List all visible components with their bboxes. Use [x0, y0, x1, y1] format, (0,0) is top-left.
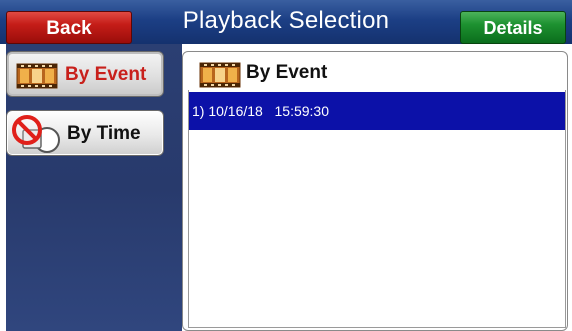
back-button[interactable]: Back: [6, 11, 132, 44]
content-heading: By Event: [246, 62, 328, 83]
no-clock-icon: [11, 114, 67, 159]
sidebar-item-label: By Event: [65, 64, 147, 85]
film-reel-icon: [15, 60, 59, 95]
film-reel-icon: [198, 59, 242, 94]
playback-selection-screen: Back Playback Selection Details By Event…: [0, 0, 572, 331]
event-list[interactable]: 1) 10/16/18 15:59:30: [188, 90, 566, 328]
details-button[interactable]: Details: [460, 11, 566, 44]
page-title: Playback Selection: [182, 7, 390, 34]
sidebar-item-label: By Time: [67, 123, 141, 144]
sidebar-item-by-event[interactable]: By Event: [6, 51, 164, 97]
list-item[interactable]: 1) 10/16/18 15:59:30: [189, 92, 565, 130]
sidebar-item-by-time[interactable]: By Time: [6, 110, 164, 156]
content-header: By Event: [190, 56, 560, 90]
